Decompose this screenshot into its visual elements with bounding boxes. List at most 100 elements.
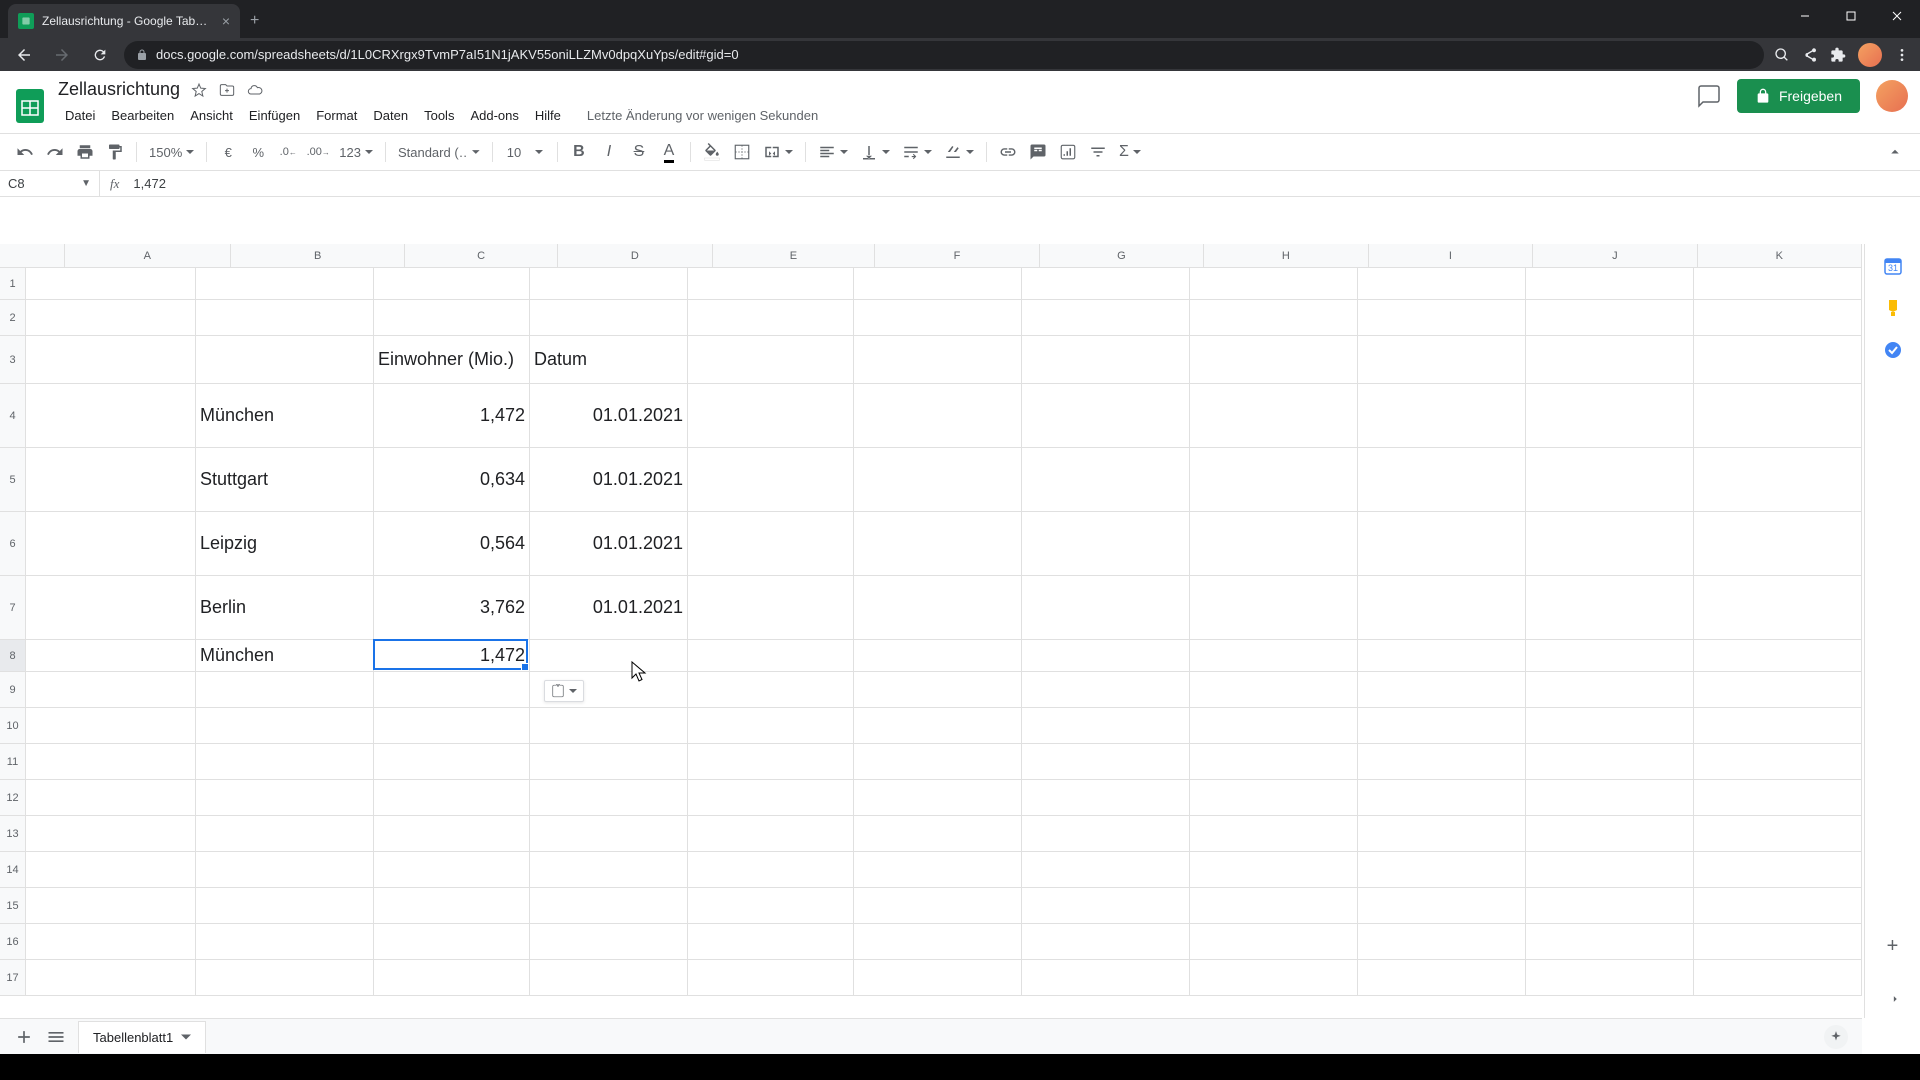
cell-K14[interactable] bbox=[1694, 852, 1862, 888]
menu-hilfe[interactable]: Hilfe bbox=[528, 104, 568, 127]
cloud-icon[interactable] bbox=[246, 81, 264, 99]
cell-C6[interactable]: 0,564 bbox=[374, 512, 530, 576]
cell-G13[interactable] bbox=[1022, 816, 1190, 852]
cell-B6[interactable]: Leipzig bbox=[196, 512, 374, 576]
cell-A11[interactable] bbox=[26, 744, 196, 780]
cell-F9[interactable] bbox=[854, 672, 1022, 708]
cell-H16[interactable] bbox=[1190, 924, 1358, 960]
cell-E1[interactable] bbox=[688, 268, 854, 300]
row-header-9[interactable]: 9 bbox=[0, 672, 25, 708]
name-box[interactable]: C8 ▼ bbox=[0, 171, 100, 196]
strikethrough-button[interactable]: S bbox=[626, 139, 652, 165]
row-header-8[interactable]: 8 bbox=[0, 640, 25, 672]
halign-dropdown[interactable] bbox=[814, 143, 852, 161]
cell-H2[interactable] bbox=[1190, 300, 1358, 336]
cell-H11[interactable] bbox=[1190, 744, 1358, 780]
cell-E13[interactable] bbox=[688, 816, 854, 852]
cell-B2[interactable] bbox=[196, 300, 374, 336]
cell-J9[interactable] bbox=[1526, 672, 1694, 708]
cell-K6[interactable] bbox=[1694, 512, 1862, 576]
cell-A8[interactable] bbox=[26, 640, 196, 672]
row-header-5[interactable]: 5 bbox=[0, 448, 25, 512]
comment-button[interactable] bbox=[1025, 139, 1051, 165]
cell-B13[interactable] bbox=[196, 816, 374, 852]
cell-E11[interactable] bbox=[688, 744, 854, 780]
doc-title[interactable]: Zellausrichtung bbox=[58, 79, 180, 100]
cell-E8[interactable] bbox=[688, 640, 854, 672]
cell-K7[interactable] bbox=[1694, 576, 1862, 640]
minimize-button[interactable] bbox=[1782, 0, 1828, 32]
menu-format[interactable]: Format bbox=[309, 104, 364, 127]
cell-A10[interactable] bbox=[26, 708, 196, 744]
cell-A1[interactable] bbox=[26, 268, 196, 300]
cell-B1[interactable] bbox=[196, 268, 374, 300]
cell-G3[interactable] bbox=[1022, 336, 1190, 384]
cell-J1[interactable] bbox=[1526, 268, 1694, 300]
cell-K5[interactable] bbox=[1694, 448, 1862, 512]
row-header-14[interactable]: 14 bbox=[0, 852, 25, 888]
cell-H14[interactable] bbox=[1190, 852, 1358, 888]
cell-A7[interactable] bbox=[26, 576, 196, 640]
tasks-icon[interactable] bbox=[1883, 340, 1903, 360]
percent-button[interactable]: % bbox=[245, 139, 271, 165]
col-header-E[interactable]: E bbox=[713, 244, 876, 267]
cell-H9[interactable] bbox=[1190, 672, 1358, 708]
cell-I8[interactable] bbox=[1358, 640, 1526, 672]
cell-F12[interactable] bbox=[854, 780, 1022, 816]
cell-D11[interactable] bbox=[530, 744, 688, 780]
cell-D1[interactable] bbox=[530, 268, 688, 300]
cell-K15[interactable] bbox=[1694, 888, 1862, 924]
menu-ansicht[interactable]: Ansicht bbox=[183, 104, 240, 127]
cell-D4[interactable]: 01.01.2021 bbox=[530, 384, 688, 448]
cell-F14[interactable] bbox=[854, 852, 1022, 888]
close-button[interactable] bbox=[1874, 0, 1920, 32]
tab-close-icon[interactable]: × bbox=[222, 13, 230, 29]
cell-C14[interactable] bbox=[374, 852, 530, 888]
cell-A2[interactable] bbox=[26, 300, 196, 336]
cell-H15[interactable] bbox=[1190, 888, 1358, 924]
col-header-J[interactable]: J bbox=[1533, 244, 1697, 267]
cell-H1[interactable] bbox=[1190, 268, 1358, 300]
cell-I10[interactable] bbox=[1358, 708, 1526, 744]
cell-I9[interactable] bbox=[1358, 672, 1526, 708]
menu-icon[interactable] bbox=[1894, 47, 1910, 63]
cell-D16[interactable] bbox=[530, 924, 688, 960]
cell-D3[interactable]: Datum bbox=[530, 336, 688, 384]
cell-J5[interactable] bbox=[1526, 448, 1694, 512]
cell-A9[interactable] bbox=[26, 672, 196, 708]
extensions-icon[interactable] bbox=[1830, 47, 1846, 63]
cell-B17[interactable] bbox=[196, 960, 374, 996]
cell-C11[interactable] bbox=[374, 744, 530, 780]
cell-A12[interactable] bbox=[26, 780, 196, 816]
rotate-dropdown[interactable] bbox=[940, 143, 978, 161]
cell-A15[interactable] bbox=[26, 888, 196, 924]
cell-C9[interactable] bbox=[374, 672, 530, 708]
col-header-H[interactable]: H bbox=[1204, 244, 1368, 267]
cell-F8[interactable] bbox=[854, 640, 1022, 672]
cell-E15[interactable] bbox=[688, 888, 854, 924]
cell-J3[interactable] bbox=[1526, 336, 1694, 384]
col-header-C[interactable]: C bbox=[405, 244, 558, 267]
cell-E7[interactable] bbox=[688, 576, 854, 640]
cell-G1[interactable] bbox=[1022, 268, 1190, 300]
cell-D14[interactable] bbox=[530, 852, 688, 888]
filter-button[interactable] bbox=[1085, 139, 1111, 165]
cell-J16[interactable] bbox=[1526, 924, 1694, 960]
cell-H7[interactable] bbox=[1190, 576, 1358, 640]
cell-F4[interactable] bbox=[854, 384, 1022, 448]
cell-C10[interactable] bbox=[374, 708, 530, 744]
cell-E16[interactable] bbox=[688, 924, 854, 960]
cell-F3[interactable] bbox=[854, 336, 1022, 384]
increase-decimal-button[interactable]: .00→ bbox=[305, 139, 331, 165]
cell-C3[interactable]: Einwohner (Mio.) bbox=[374, 336, 530, 384]
cell-K3[interactable] bbox=[1694, 336, 1862, 384]
menu-tools[interactable]: Tools bbox=[417, 104, 461, 127]
comments-button[interactable] bbox=[1697, 84, 1721, 108]
cell-E5[interactable] bbox=[688, 448, 854, 512]
cell-C5[interactable]: 0,634 bbox=[374, 448, 530, 512]
cell-B15[interactable] bbox=[196, 888, 374, 924]
cell-G17[interactable] bbox=[1022, 960, 1190, 996]
cell-H6[interactable] bbox=[1190, 512, 1358, 576]
cell-D17[interactable] bbox=[530, 960, 688, 996]
account-avatar[interactable] bbox=[1876, 80, 1908, 112]
